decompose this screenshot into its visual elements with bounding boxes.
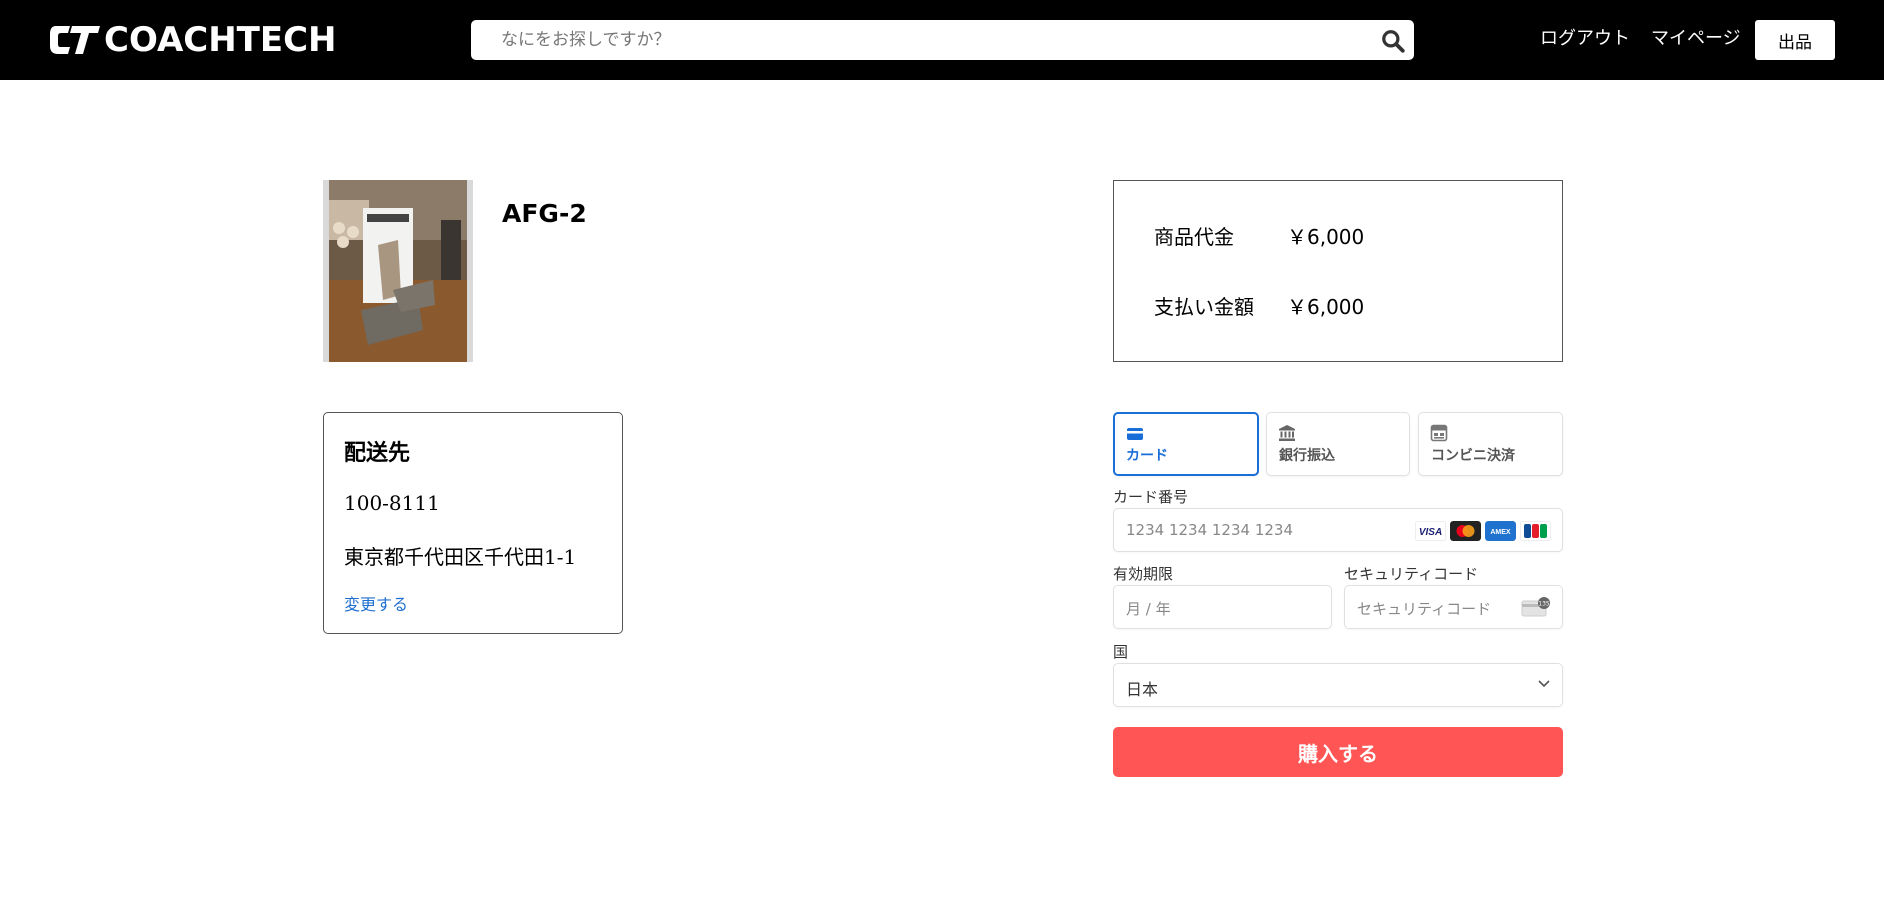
svg-text:135: 135: [1538, 601, 1550, 608]
credit-card-icon: [1127, 428, 1143, 440]
header: COACHTECH ログアウト マイページ 出品: [0, 0, 1884, 80]
shipping-address: 東京都千代田区千代田1-1: [344, 545, 577, 569]
svg-text:AMEX: AMEX: [1490, 529, 1511, 536]
ct-logo-icon: [50, 26, 100, 54]
card-number-placeholder: 1234 1234 1234 1234: [1126, 521, 1293, 539]
logout-link[interactable]: ログアウト: [1540, 27, 1630, 51]
mypage-link[interactable]: マイページ: [1651, 27, 1741, 51]
cvc-label: セキュリティコード: [1344, 565, 1479, 583]
expiry-placeholder: 月 / 年: [1126, 600, 1171, 618]
chevron-down-icon: [1538, 680, 1550, 688]
tab-bank-transfer[interactable]: 銀行振込: [1266, 412, 1410, 476]
jcb-icon: [1520, 521, 1551, 541]
search-input[interactable]: [501, 20, 1341, 60]
cvc-field[interactable]: セキュリティコード 135: [1344, 585, 1563, 629]
visa-icon: VISA: [1415, 521, 1446, 541]
shipping-postal-code: 100-8111: [344, 491, 440, 515]
card-number-label: カード番号: [1113, 488, 1189, 506]
cvc-placeholder: セキュリティコード: [1357, 600, 1492, 618]
item-price-value: ￥6,000: [1287, 225, 1365, 249]
product-name: AFG-2: [502, 199, 587, 228]
purchase-button[interactable]: 購入する: [1113, 727, 1563, 777]
store-icon: [1430, 424, 1448, 442]
svg-text:VISA: VISA: [1419, 527, 1442, 538]
item-price-label: 商品代金: [1154, 225, 1234, 249]
tab-card[interactable]: カード: [1113, 412, 1259, 476]
total-value: ￥6,000: [1287, 295, 1365, 319]
product-photo: [323, 180, 473, 362]
country-value: 日本: [1126, 680, 1159, 699]
amex-icon: AMEX: [1485, 521, 1516, 541]
logo-text: COACHTECH: [104, 20, 337, 60]
price-summary: 商品代金 ￥6,000 支払い金額 ￥6,000: [1113, 180, 1563, 362]
change-address-link[interactable]: 変更する: [344, 591, 408, 615]
tab-konbini-label: コンビニ決済: [1431, 448, 1515, 464]
shipping-address-box: 配送先 100-8111 東京都千代田区千代田1-1 変更する: [323, 412, 623, 634]
search-box: [471, 20, 1414, 60]
search-icon[interactable]: [1380, 28, 1406, 54]
mastercard-icon: [1450, 521, 1481, 541]
shipping-title: 配送先: [344, 441, 411, 466]
bank-icon: [1279, 425, 1295, 441]
tab-konbini[interactable]: コンビニ決済: [1418, 412, 1563, 476]
logo[interactable]: COACHTECH: [48, 20, 337, 60]
card-number-field[interactable]: 1234 1234 1234 1234 VISA AMEX: [1113, 508, 1563, 552]
country-label: 国: [1113, 643, 1129, 661]
tab-card-label: カード: [1126, 448, 1168, 464]
cvc-card-icon: 135: [1521, 597, 1550, 617]
country-select[interactable]: 日本: [1113, 663, 1563, 707]
expiry-field[interactable]: 月 / 年: [1113, 585, 1332, 629]
tab-bank-label: 銀行振込: [1279, 448, 1335, 464]
total-label: 支払い金額: [1154, 295, 1254, 319]
expiry-label: 有効期限: [1113, 565, 1174, 583]
sell-button[interactable]: 出品: [1755, 20, 1835, 60]
product-image: [323, 180, 473, 362]
